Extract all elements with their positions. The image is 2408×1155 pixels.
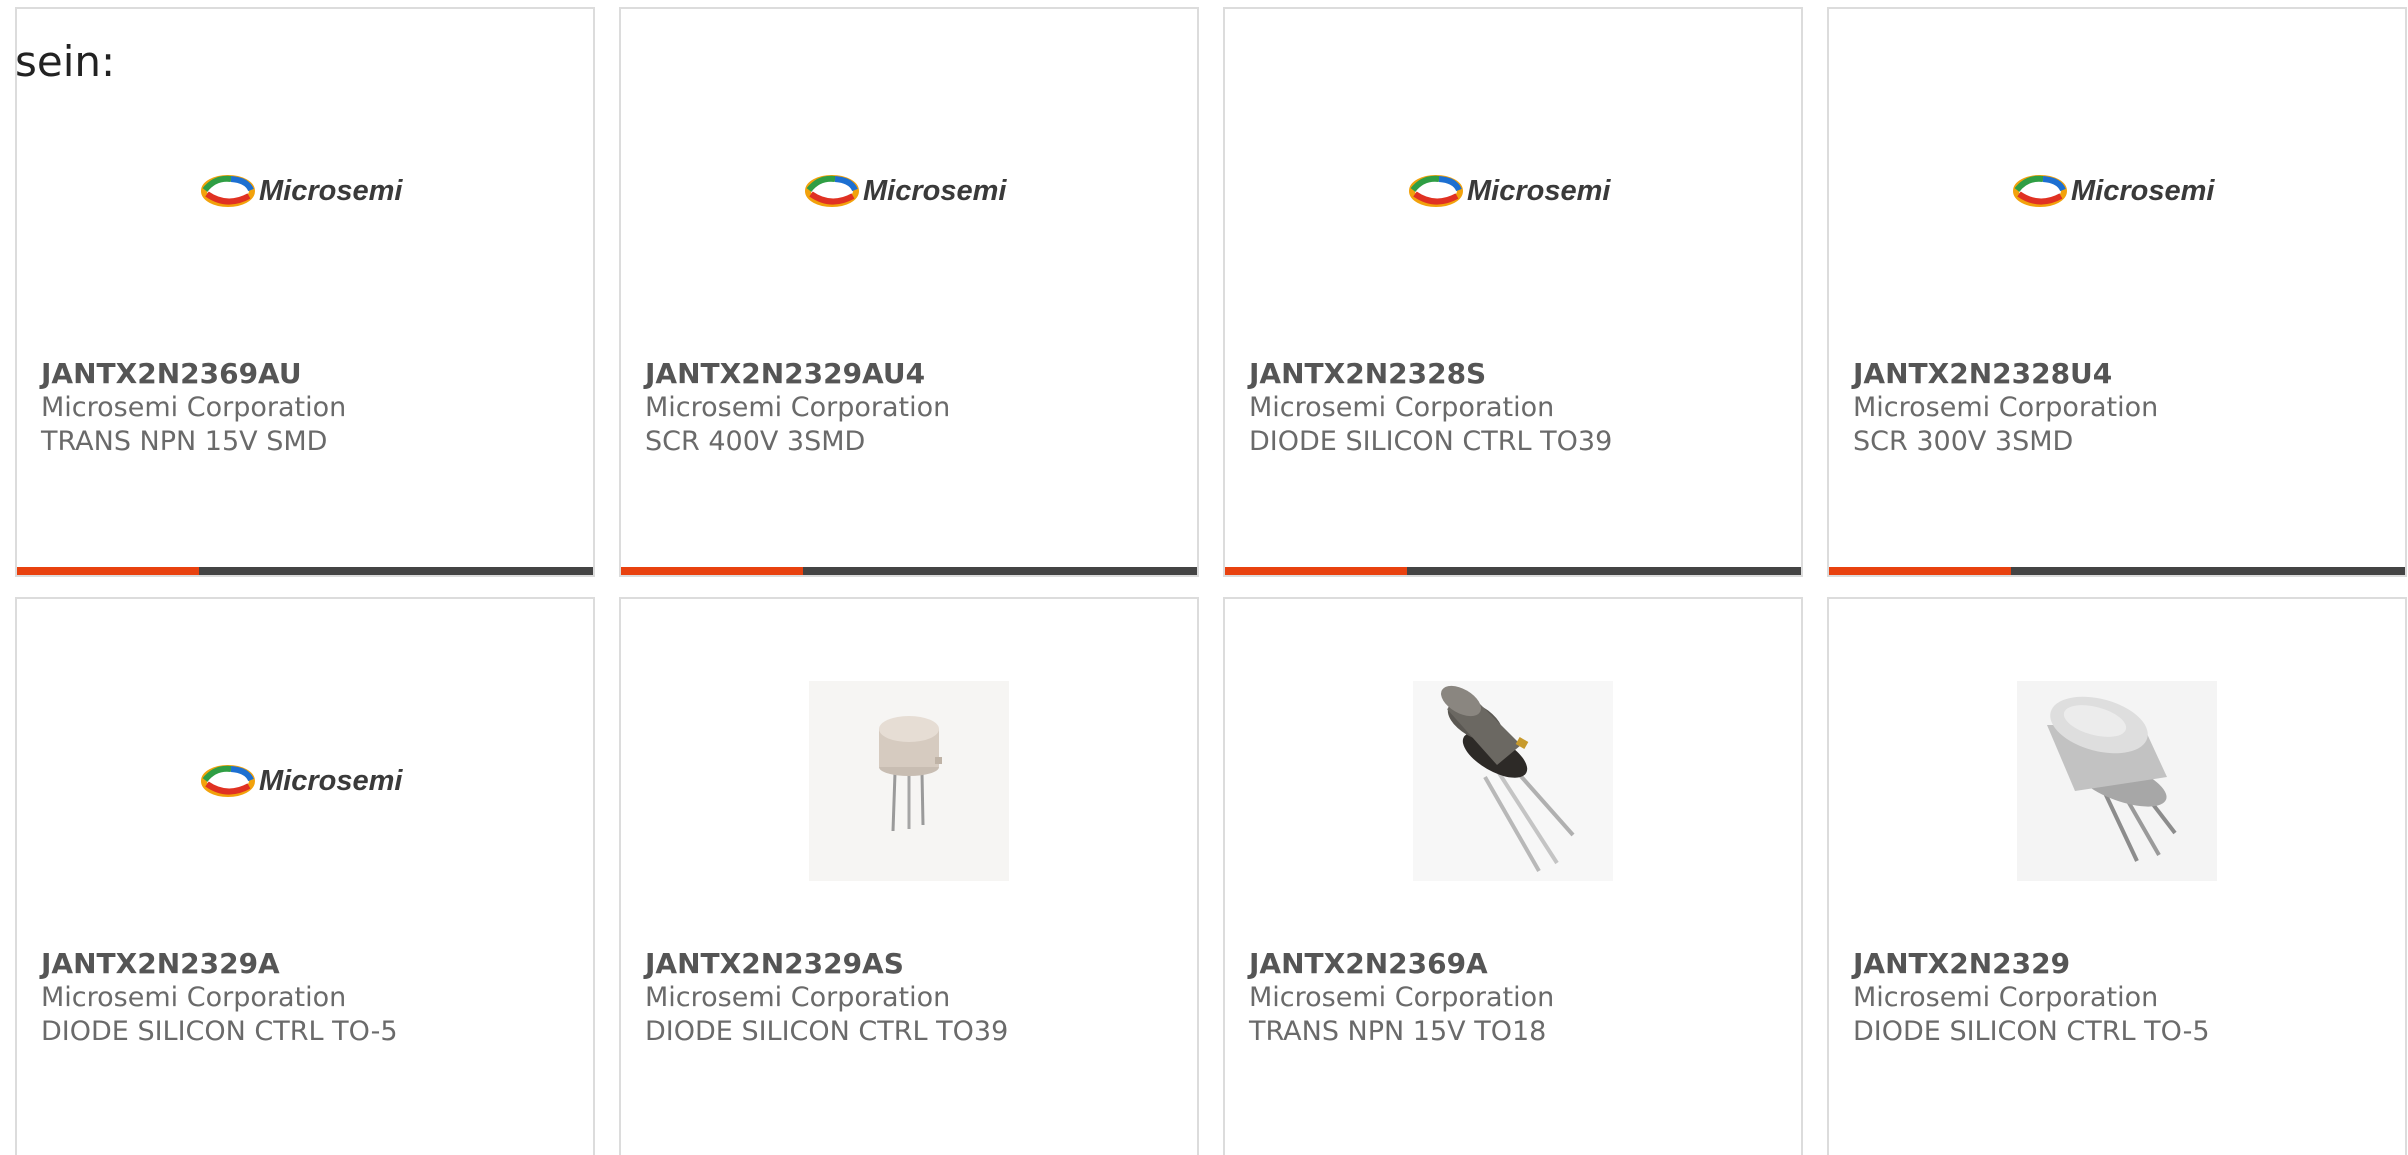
manufacturer: Microsemi Corporation xyxy=(41,982,347,1013)
to5-can-photo xyxy=(2017,681,2217,881)
product-image xyxy=(621,681,1197,881)
description: DIODE SILICON CTRL TO-5 xyxy=(1853,1016,2210,1047)
part-number[interactable]: JANTX2N2329A xyxy=(41,946,583,981)
product-image: Microsemi xyxy=(1829,91,2405,291)
product-card[interactable]: Microsemi JANTX2N2369AU Microsemi Corpor… xyxy=(15,7,595,577)
product-image: Microsemi xyxy=(621,91,1197,291)
svg-text:Microsemi: Microsemi xyxy=(2071,175,2215,207)
manufacturer: Microsemi Corporation xyxy=(1853,392,2159,423)
product-image xyxy=(1225,681,1801,881)
manufacturer: Microsemi Corporation xyxy=(41,392,347,423)
microsemi-logo: Microsemi xyxy=(2013,168,2221,214)
part-number[interactable]: JANTX2N2329AS xyxy=(645,946,1187,981)
manufacturer: Microsemi Corporation xyxy=(1853,982,2159,1013)
product-image: Microsemi xyxy=(1225,91,1801,291)
part-number[interactable]: JANTX2N2328S xyxy=(1249,356,1791,391)
card-bottom-bar xyxy=(1225,567,1801,575)
card-bottom-bar xyxy=(1829,567,2405,575)
part-number[interactable]: JANTX2N2328U4 xyxy=(1853,356,2395,391)
product-grid-page: sein: Microsemi JANTX2N2369AU Microsemi … xyxy=(0,0,2408,1155)
microsemi-logo: Microsemi xyxy=(1409,168,1617,214)
description: DIODE SILICON CTRL TO39 xyxy=(645,1016,1009,1047)
svg-text:Microsemi: Microsemi xyxy=(259,175,403,207)
manufacturer: Microsemi Corporation xyxy=(645,392,951,423)
description: SCR 400V 3SMD xyxy=(645,426,866,457)
description: DIODE SILICON CTRL TO-5 xyxy=(41,1016,398,1047)
svg-text:Microsemi: Microsemi xyxy=(863,175,1007,207)
description: DIODE SILICON CTRL TO39 xyxy=(1249,426,1613,457)
description: SCR 300V 3SMD xyxy=(1853,426,2074,457)
svg-text:Microsemi: Microsemi xyxy=(1467,175,1611,207)
description: TRANS NPN 15V SMD xyxy=(41,426,328,457)
manufacturer: Microsemi Corporation xyxy=(1249,982,1555,1013)
description: TRANS NPN 15V TO18 xyxy=(1249,1016,1547,1047)
card-bottom-bar xyxy=(621,567,1197,575)
microsemi-logo: Microsemi xyxy=(805,168,1013,214)
product-image xyxy=(1829,681,2405,881)
intro-text: sein: xyxy=(15,37,116,86)
part-number[interactable]: JANTX2N2329 xyxy=(1853,946,2395,981)
to39-can-photo xyxy=(809,681,1009,881)
svg-text:Microsemi: Microsemi xyxy=(259,765,403,797)
microsemi-logo: Microsemi xyxy=(201,758,409,804)
part-number[interactable]: JANTX2N2329AU4 xyxy=(645,356,1187,391)
product-card[interactable]: Microsemi JANTX2N2328U4 Microsemi Corpor… xyxy=(1827,7,2407,577)
manufacturer: Microsemi Corporation xyxy=(645,982,951,1013)
product-card[interactable]: JANTX2N2329 Microsemi Corporation DIODE … xyxy=(1827,597,2407,1155)
product-card[interactable]: Microsemi JANTX2N2328S Microsemi Corpora… xyxy=(1223,7,1803,577)
part-number[interactable]: JANTX2N2369AU xyxy=(41,356,583,391)
part-number[interactable]: JANTX2N2369A xyxy=(1249,946,1791,981)
card-bottom-bar xyxy=(17,567,593,575)
product-card[interactable]: Microsemi JANTX2N2329AU4 Microsemi Corpo… xyxy=(619,7,1199,577)
product-card[interactable]: JANTX2N2329AS Microsemi Corporation DIOD… xyxy=(619,597,1199,1155)
microsemi-logo: Microsemi xyxy=(201,168,409,214)
manufacturer: Microsemi Corporation xyxy=(1249,392,1555,423)
to18-dark-can-photo xyxy=(1413,681,1613,881)
product-card[interactable]: JANTX2N2369A Microsemi Corporation TRANS… xyxy=(1223,597,1803,1155)
product-image: Microsemi xyxy=(17,91,593,291)
product-card[interactable]: Microsemi JANTX2N2329A Microsemi Corpora… xyxy=(15,597,595,1155)
product-image: Microsemi xyxy=(17,681,593,881)
